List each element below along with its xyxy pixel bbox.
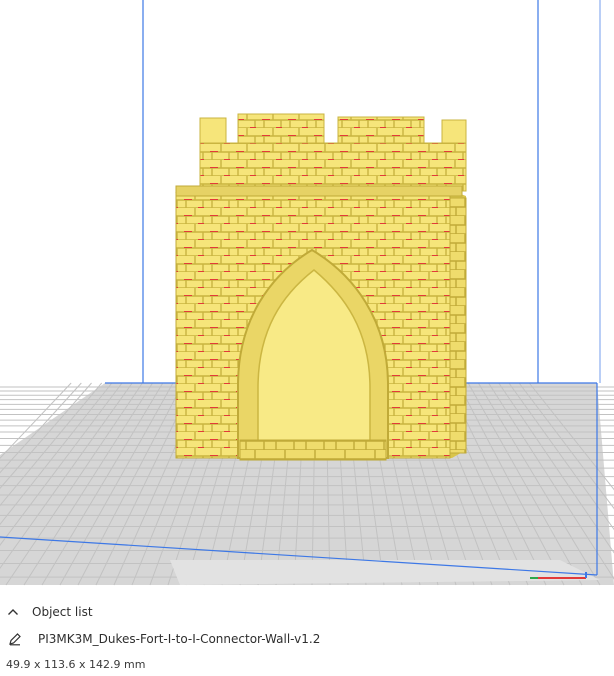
3d-viewport[interactable] [0,0,614,600]
object-dimensions: 49.9 x 113.6 x 142.9 mm [6,657,146,671]
object-list-header[interactable]: Object list [0,602,614,622]
object-list-label[interactable]: Object list [32,605,93,619]
pencil-icon[interactable] [0,628,30,650]
model-dukes-fort-connector-wall[interactable] [175,113,467,461]
object-list-panel: Object list PI3MK3M_Dukes-Fort-I-to-I-Co… [0,600,614,676]
object-name[interactable]: PI3MK3M_Dukes-Fort-I-to-I-Connector-Wall… [38,632,320,646]
object-dimensions-row: 49.9 x 113.6 x 142.9 mm [0,654,614,674]
chevron-up-icon[interactable] [0,602,26,622]
object-name-row[interactable]: PI3MK3M_Dukes-Fort-I-to-I-Connector-Wall… [0,628,614,650]
